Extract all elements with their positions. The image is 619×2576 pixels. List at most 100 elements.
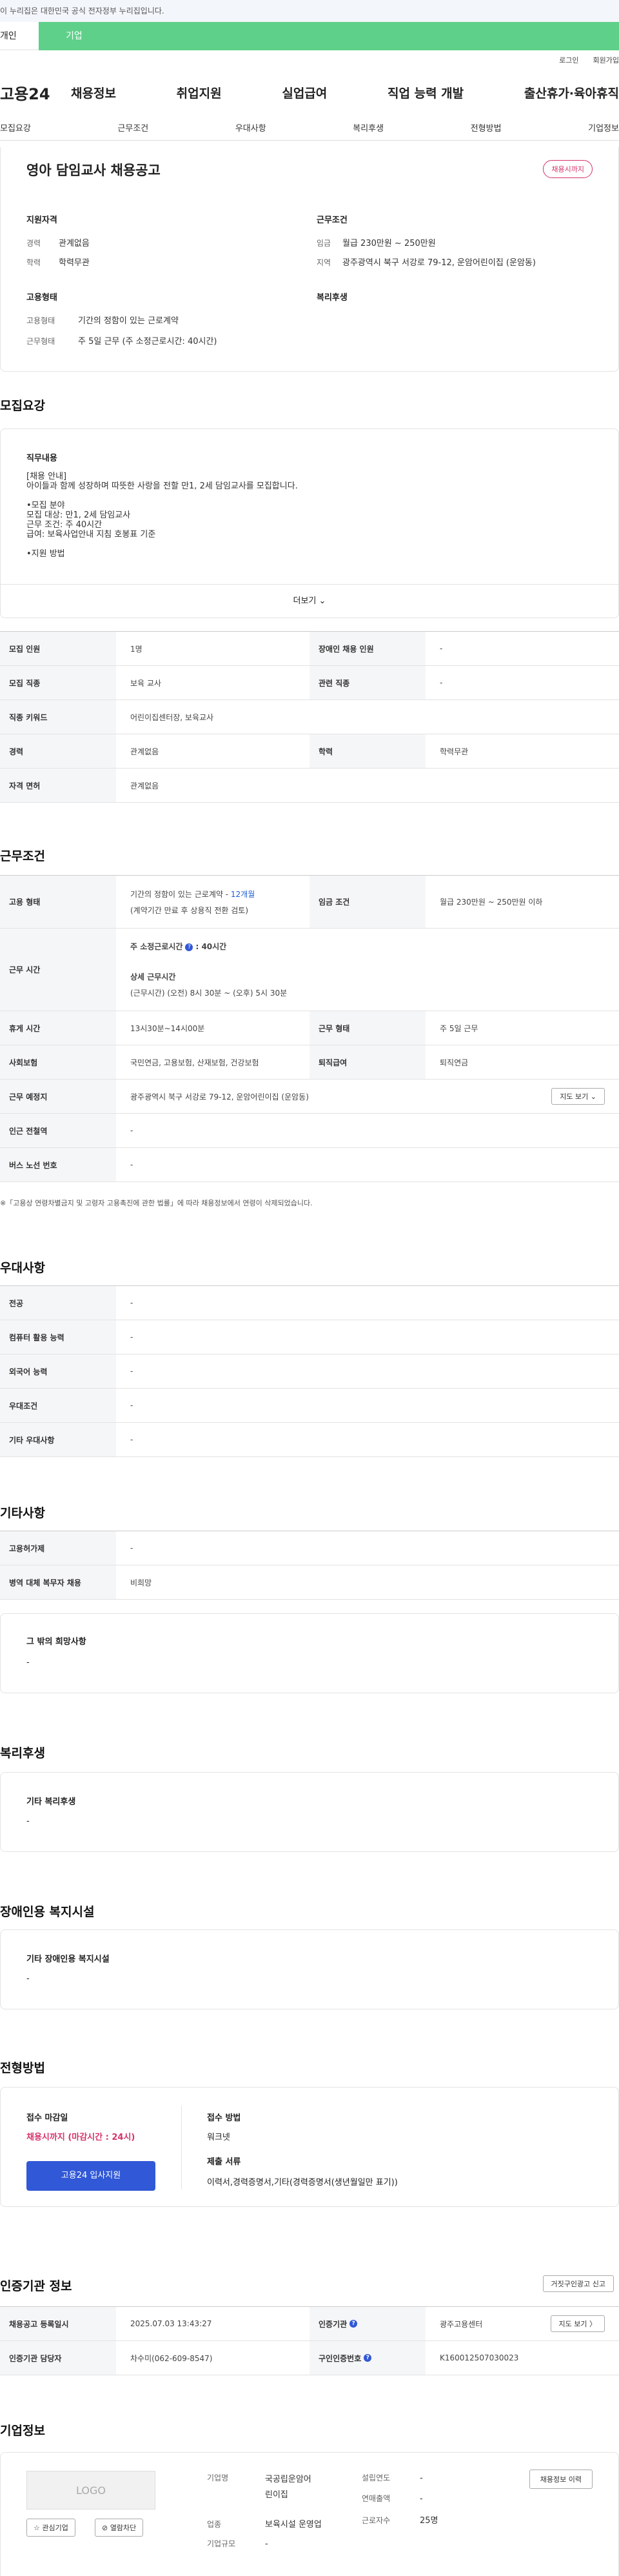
- apply-button[interactable]: 고용24 입사지원: [26, 2161, 155, 2191]
- detail-hours-value: (근무시간) (오전) 8시 30분 ~ (오후) 5시 30분: [130, 989, 288, 998]
- gov-notice-text: 이 누리집은 대한민국 공식 전자정부 누리집입니다.: [0, 6, 164, 15]
- wage-row: 임금 월급 230만원 ~ 250만원: [317, 236, 436, 248]
- area-value: 광주광역시 북구 서강로 79-12, 운암어린이집 (운암동): [342, 258, 536, 268]
- section-nav-conditions[interactable]: 근무조건: [117, 121, 148, 134]
- company-heading: 기업정보: [0, 2424, 45, 2438]
- job-desc-heading: 직무내용: [26, 454, 57, 463]
- job-desc-line: [26, 491, 298, 501]
- hope-card: 그 밖의 희망사항 -: [0, 1613, 619, 1693]
- nav-item-vocational-training[interactable]: 직업 능력 개발: [388, 84, 464, 101]
- info-icon[interactable]: ?: [185, 943, 193, 951]
- military-service-value: 비희망: [130, 1578, 152, 1587]
- recruit-heading: 모집요강: [0, 399, 45, 413]
- nav-item-jobs[interactable]: 채용정보: [71, 84, 116, 101]
- employment-heading: 고용형태: [26, 293, 57, 303]
- work-form-value: 주 5일 근무: [440, 1023, 478, 1033]
- weekly-hours-line: 주 소정근로시간?: 40시간: [130, 941, 226, 952]
- site-logo[interactable]: 고용24: [0, 81, 71, 104]
- agency-value: 광주고용센터: [440, 2319, 483, 2329]
- keyword-label: 직종 키워드: [0, 700, 116, 734]
- table-row: 전공 -: [0, 1286, 619, 1320]
- wage-label: 임금 조건: [310, 876, 426, 928]
- weekly-hours-title: 주 소정근로시간: [130, 942, 183, 951]
- table-row: 고용허가제 -: [0, 1531, 619, 1565]
- section-nav-company[interactable]: 기업정보: [588, 121, 619, 134]
- work-heading: 근무조건: [0, 849, 45, 863]
- job-desc-line: 모집 대상: 만1, 2세 담임교사: [26, 510, 131, 520]
- emp-type-value: 기간의 정함이 있는 근로계약 -: [130, 889, 231, 899]
- divider: [181, 2106, 182, 2189]
- tab-company[interactable]: 기업: [39, 22, 619, 50]
- section-nav-preference[interactable]: 우대사항: [235, 121, 266, 134]
- industry-value: 보육시설 운영업: [265, 2520, 322, 2530]
- occupation-value: 보육 교사: [130, 678, 161, 688]
- screening-heading: 전형방법: [0, 2061, 45, 2075]
- education-value: 학력무관: [59, 258, 90, 268]
- table-row: 모집 직종 보육 교사 관련 직종 -: [0, 666, 619, 700]
- favorite-company-button[interactable]: ☆ 관심기업: [26, 2519, 75, 2537]
- insurance-label: 사회보험: [0, 1045, 116, 1079]
- job-desc-line: •지원 방법: [26, 549, 65, 559]
- docs-value: 이력서,경력증명서,기타(경력증명서(생년월일만 표기)): [207, 2178, 398, 2188]
- other-preference-value: -: [130, 1435, 133, 1444]
- map-view-button[interactable]: 지도 보기 ⌄: [551, 1088, 605, 1105]
- deadline-value: 채용시까지 (마감시간 : 24시): [26, 2133, 135, 2142]
- nav-item-parental-leave[interactable]: 출산휴가·육아휴직: [524, 84, 619, 101]
- report-fake-ad-button[interactable]: 거짓구인광고 신고: [542, 2275, 614, 2292]
- bus-value: -: [130, 1160, 133, 1169]
- wage-value: 월급 230만원 ~ 250만원: [342, 239, 436, 248]
- company-size-value: -: [265, 2539, 268, 2549]
- login-link[interactable]: 로그인: [559, 55, 578, 65]
- sales-row: 연매출액 -: [362, 2493, 423, 2504]
- area-row: 지역 광주광역시 북구 서강로 79-12, 운암어린이집 (운암동): [317, 256, 536, 268]
- table-row: 병역 대체 복무자 채용 비희망: [0, 1565, 619, 1600]
- conditions-heading: 근무조건: [317, 216, 348, 225]
- table-row: 근무 시간 주 소정근로시간?: 40시간 상세 근무시간 (근무시간) (오전…: [0, 929, 619, 1011]
- util-links: 로그인 회원가입: [0, 50, 619, 70]
- more-button[interactable]: 더보기 ⌄: [1, 584, 618, 618]
- block-company-button[interactable]: ⊘ 열람차단: [95, 2519, 144, 2537]
- registered-at-label: 채용공고 등록일시: [0, 2307, 116, 2340]
- nav-item-employment-support[interactable]: 취업지원: [177, 84, 222, 101]
- agency-map-button[interactable]: 지도 보기 〉: [550, 2315, 605, 2332]
- education-row: 학력 학력무관: [26, 256, 90, 268]
- preferred-conditions-value: -: [130, 1401, 133, 1410]
- etc-heading: 기타사항: [0, 1506, 45, 1520]
- tab-person[interactable]: 개인: [0, 22, 39, 50]
- table-row: 자격 면허 관계없음: [0, 769, 619, 803]
- company-name-label: 기업명: [207, 2473, 229, 2482]
- work-type-value: 주 5일 근무 (주 소정근로시간: 40시간): [78, 337, 217, 347]
- emp-type-label: 고용형태: [26, 316, 55, 325]
- nav-item-unemployment-benefit[interactable]: 실업급여: [282, 84, 327, 101]
- computer-skill-label: 컴퓨터 활용 능력: [0, 1320, 116, 1354]
- hiring-history-button[interactable]: 채용정보 이력: [529, 2470, 593, 2489]
- area-label: 지역: [317, 258, 331, 267]
- hours-cell: 주 소정근로시간?: 40시간 상세 근무시간 (근무시간) (오전) 8시 3…: [116, 929, 619, 1011]
- career-label: 경력: [26, 239, 41, 248]
- section-nav-recruit[interactable]: 모집요강: [0, 121, 31, 134]
- company-logo: LOGO: [26, 2471, 155, 2510]
- headcount-value: 1명: [130, 644, 142, 654]
- work-table: 고용 형태 기간의 정함이 있는 근로계약 - 12개월 (계약기간 만료 후 …: [0, 875, 619, 1182]
- disabled-facility-card: 기타 장애인용 복지시설 -: [0, 1929, 619, 2009]
- job-desc-text: [채용 안내] 아이들과 함께 성장하며 따뜻한 사랑을 전할 만1, 2세 담임…: [26, 472, 298, 559]
- work-form-label: 근무 형태: [310, 1011, 426, 1045]
- major-value: -: [130, 1298, 133, 1307]
- info-icon[interactable]: ?: [364, 2354, 372, 2362]
- disabled-facility-title: 기타 장애인용 복지시설: [26, 1955, 110, 1964]
- disabled-facility-heading: 장애인용 복지시설: [0, 1905, 95, 1919]
- section-nav-welfare[interactable]: 복리후생: [353, 121, 384, 134]
- preferred-conditions-label: 우대조건: [0, 1389, 116, 1422]
- job-desc-card: 직무내용 [채용 안내] 아이들과 함께 성장하며 따뜻한 사랑을 전할 만1, …: [0, 428, 619, 618]
- main-nav: 고용24 채용정보 취업지원 실업급여 직업 능력 개발 출산휴가·육아휴직: [0, 70, 619, 115]
- section-nav-screening[interactable]: 전형방법: [471, 121, 502, 134]
- method-label: 접수 방법: [207, 2113, 241, 2123]
- employees-row: 근로자수 25명: [362, 2513, 438, 2526]
- wage-value: 월급 230만원 ~ 250만원 이하: [440, 898, 543, 907]
- table-row: 고용 형태 기간의 정함이 있는 근로계약 - 12개월 (계약기간 만료 후 …: [0, 876, 619, 929]
- signup-link[interactable]: 회원가입: [593, 55, 619, 65]
- info-icon[interactable]: ?: [349, 2320, 358, 2328]
- preference-table: 전공 - 컴퓨터 활용 능력 - 외국어 능력 - 우대조건 - 기타 우대사항 -: [0, 1285, 619, 1457]
- related-occupation-value: -: [440, 678, 443, 687]
- established-label: 설립연도: [362, 2473, 391, 2482]
